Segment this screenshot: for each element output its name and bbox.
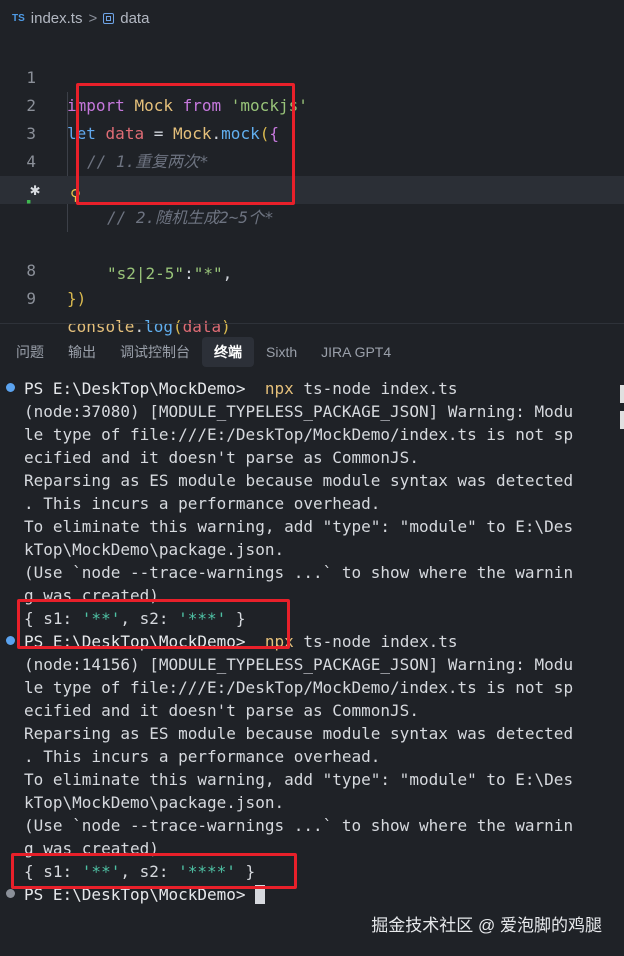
terminal-command-line: PS E:\DeskTop\MockDemo> npx ts-node inde… bbox=[24, 379, 458, 398]
code-line-8[interactable]: 8 }) bbox=[0, 229, 624, 308]
line-number: 9 bbox=[26, 289, 36, 308]
code-line-9[interactable]: 9 console.log(data) bbox=[0, 257, 624, 336]
panel-divider bbox=[0, 323, 624, 324]
tab-debug-console[interactable]: 调试控制台 bbox=[108, 337, 202, 367]
terminal-output-line: le type of file:///E:/DeskTop/MockDemo/i… bbox=[24, 425, 574, 444]
tab-output[interactable]: 输出 bbox=[56, 337, 108, 367]
variable-symbol-icon bbox=[103, 12, 115, 24]
breadcrumb: TS index.ts > data bbox=[0, 0, 624, 36]
terminal-output-line: ecified and it doesn't parse as CommonJS… bbox=[24, 448, 419, 467]
tab-problems[interactable]: 问题 bbox=[4, 337, 56, 367]
terminal-output-line: . This incurs a performance overhead. bbox=[24, 494, 381, 513]
highlight-box-code bbox=[76, 83, 295, 205]
terminal-scroll-marker[interactable] bbox=[620, 411, 624, 429]
terminal-output-line: To eliminate this warning, add "type": "… bbox=[24, 517, 574, 536]
terminal-output-line: (Use `node --trace-warnings ...` to show… bbox=[24, 816, 574, 835]
tab-sixth[interactable]: Sixth bbox=[254, 337, 309, 367]
terminal-output-line: kTop\MockDemo\package.json. bbox=[24, 793, 285, 812]
breadcrumb-separator: > bbox=[88, 9, 98, 27]
code-line-1[interactable]: 1 import Mock from 'mockjs' bbox=[0, 36, 624, 115]
watermark: 掘金技术社区 @ 爱泡脚的鸡腿 bbox=[371, 916, 602, 935]
highlight-box-result-2 bbox=[11, 853, 297, 889]
terminal-output-line: ecified and it doesn't parse as CommonJS… bbox=[24, 701, 419, 720]
tab-jira-gpt4[interactable]: JIRA GPT4 bbox=[309, 337, 403, 367]
command-status-dot[interactable] bbox=[6, 636, 15, 645]
breadcrumb-file[interactable]: index.ts bbox=[31, 10, 83, 27]
terminal-output-line: (node:37080) [MODULE_TYPELESS_PACKAGE_JS… bbox=[24, 402, 574, 421]
breadcrumb-symbol[interactable]: data bbox=[120, 10, 149, 27]
terminal-output-line: . This incurs a performance overhead. bbox=[24, 747, 381, 766]
terminal-output-line: Reparsing as ES module because module sy… bbox=[24, 471, 574, 490]
sparkle-icon[interactable]: ✱ ▪ bbox=[26, 176, 40, 207]
terminal-output-line: kTop\MockDemo\package.json. bbox=[24, 540, 285, 559]
command-status-dot[interactable] bbox=[6, 383, 15, 392]
panel-tabs: 问题 输出 调试控制台 终端 Sixth JIRA GPT4 bbox=[0, 336, 624, 368]
typescript-file-icon: TS bbox=[12, 12, 25, 24]
tab-terminal[interactable]: 终端 bbox=[202, 337, 254, 367]
terminal-output-line: le type of file:///E:/DeskTop/MockDemo/i… bbox=[24, 678, 574, 697]
highlight-box-result-1 bbox=[17, 599, 290, 649]
terminal-output-line: (Use `node --trace-warnings ...` to show… bbox=[24, 563, 574, 582]
terminal-output-line: Reparsing as ES module because module sy… bbox=[24, 724, 574, 743]
terminal-output-line: To eliminate this warning, add "type": "… bbox=[24, 770, 574, 789]
terminal-output-line: (node:14156) [MODULE_TYPELESS_PACKAGE_JS… bbox=[24, 655, 574, 674]
terminal-scroll-marker[interactable] bbox=[620, 385, 624, 403]
command-status-dot[interactable] bbox=[6, 889, 15, 898]
